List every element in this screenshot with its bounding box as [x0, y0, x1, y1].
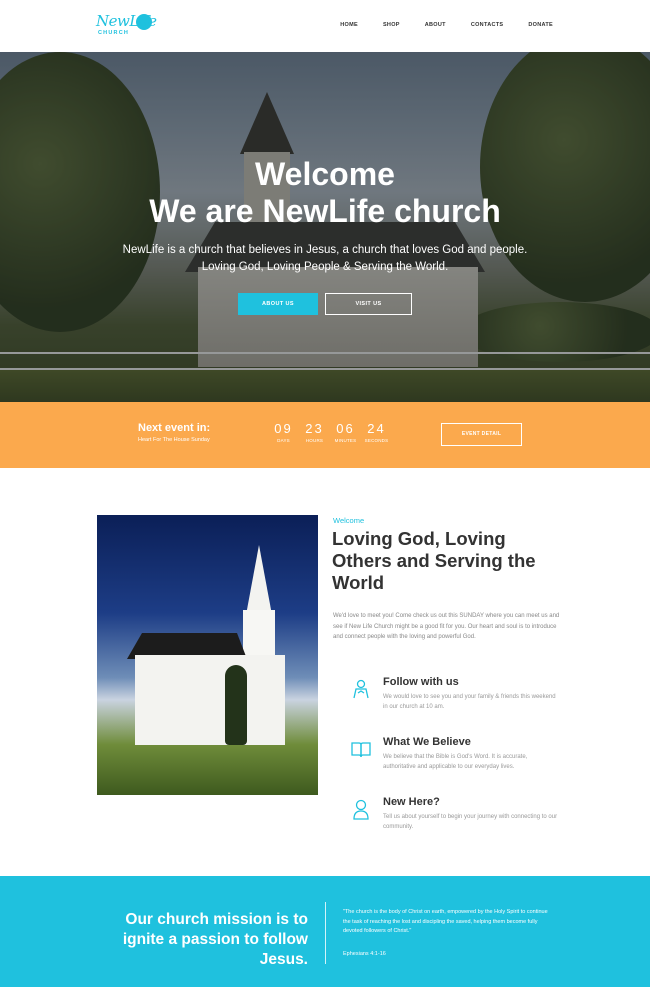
book-icon	[351, 742, 371, 758]
nav-donate[interactable]: DONATE	[528, 22, 553, 28]
nav-contacts[interactable]: CONTACTS	[471, 22, 504, 28]
hero-text: NewLife is a church that believes in Jes…	[0, 242, 650, 276]
countdown-value: 09	[274, 421, 293, 436]
event-bar: Next event in: Heart For The House Sunda…	[0, 402, 650, 468]
logo[interactable]: NewLife CHURCH	[96, 12, 157, 40]
event-title: Next event in:	[138, 422, 211, 434]
logo-sub: CHURCH	[98, 30, 130, 36]
feature-title: New Here?	[383, 796, 440, 808]
countdown-label: HOURS	[305, 438, 324, 443]
page: NewLife CHURCH HOME SHOP ABOUT CONTACTS …	[0, 0, 650, 987]
nav-about[interactable]: ABOUT	[425, 22, 446, 28]
countdown-days: 09 DAYS	[268, 421, 299, 444]
feature-text: Tell us about yourself to begin your jou…	[383, 814, 558, 830]
mission-quote: "The church is the body of Christ on ear…	[343, 909, 548, 934]
photo-tree	[225, 665, 247, 745]
mission-title: Our church mission is to ignite a passio…	[122, 911, 308, 968]
feature-text: We would love to see you and your family…	[383, 694, 556, 710]
countdown-value: 23	[305, 421, 324, 436]
user-icon	[353, 799, 369, 820]
countdown-label: MINUTES	[334, 438, 357, 443]
feature-text: We believe that the Bible is God's Word.…	[383, 754, 528, 770]
feature-title: Follow with us	[383, 676, 459, 688]
countdown-minutes: 06 MINUTES	[330, 421, 361, 444]
mission-reference: Ephesians 4:1-16	[343, 951, 386, 957]
logo-script: NewLife	[96, 12, 157, 30]
countdown-label: SECONDS	[364, 438, 389, 443]
hero-text-line2: Loving God, Loving People & Serving the …	[201, 261, 449, 273]
countdown: 09 DAYS 23 HOURS 06 MINUTES 24 SECONDS	[268, 421, 392, 444]
photo-building	[135, 655, 285, 745]
church-photo	[97, 515, 318, 795]
welcome-title: Loving God, Loving Others and Serving th…	[332, 528, 536, 593]
hero: Welcome We are NewLife church NewLife is…	[0, 52, 650, 402]
visit-us-button[interactable]: VISIT US	[325, 293, 412, 315]
about-us-button[interactable]: ABOUT US	[238, 293, 318, 315]
countdown-hours: 23 HOURS	[299, 421, 330, 444]
countdown-value: 06	[336, 421, 355, 436]
countdown-seconds: 24 SECONDS	[361, 421, 392, 444]
mission-divider	[325, 902, 326, 964]
hero-title-line2: We are NewLife church	[149, 193, 501, 229]
welcome-text: We'd love to meet you! Come check us out…	[333, 613, 560, 640]
photo-spire	[246, 545, 272, 615]
mission-section: Our church mission is to ignite a passio…	[0, 876, 650, 987]
main-nav: HOME SHOP ABOUT CONTACTS DONATE	[315, 22, 553, 28]
countdown-label: DAYS	[277, 438, 290, 443]
countdown-value: 24	[367, 421, 386, 436]
nav-home[interactable]: HOME	[340, 22, 358, 28]
feature-title: What We Believe	[383, 736, 471, 748]
hero-text-line1: NewLife is a church that believes in Jes…	[122, 244, 528, 256]
site-header: NewLife CHURCH HOME SHOP ABOUT CONTACTS …	[0, 0, 650, 52]
event-detail-button[interactable]: EVENT DETAIL	[441, 423, 522, 446]
nav-shop[interactable]: SHOP	[383, 22, 400, 28]
hero-title-line1: Welcome	[255, 156, 395, 192]
person-icon	[353, 679, 369, 699]
hero-title: Welcome We are NewLife church	[0, 156, 650, 230]
event-subtitle[interactable]: Heart For The House Sunday	[138, 437, 210, 443]
welcome-kicker: Welcome	[333, 516, 365, 525]
